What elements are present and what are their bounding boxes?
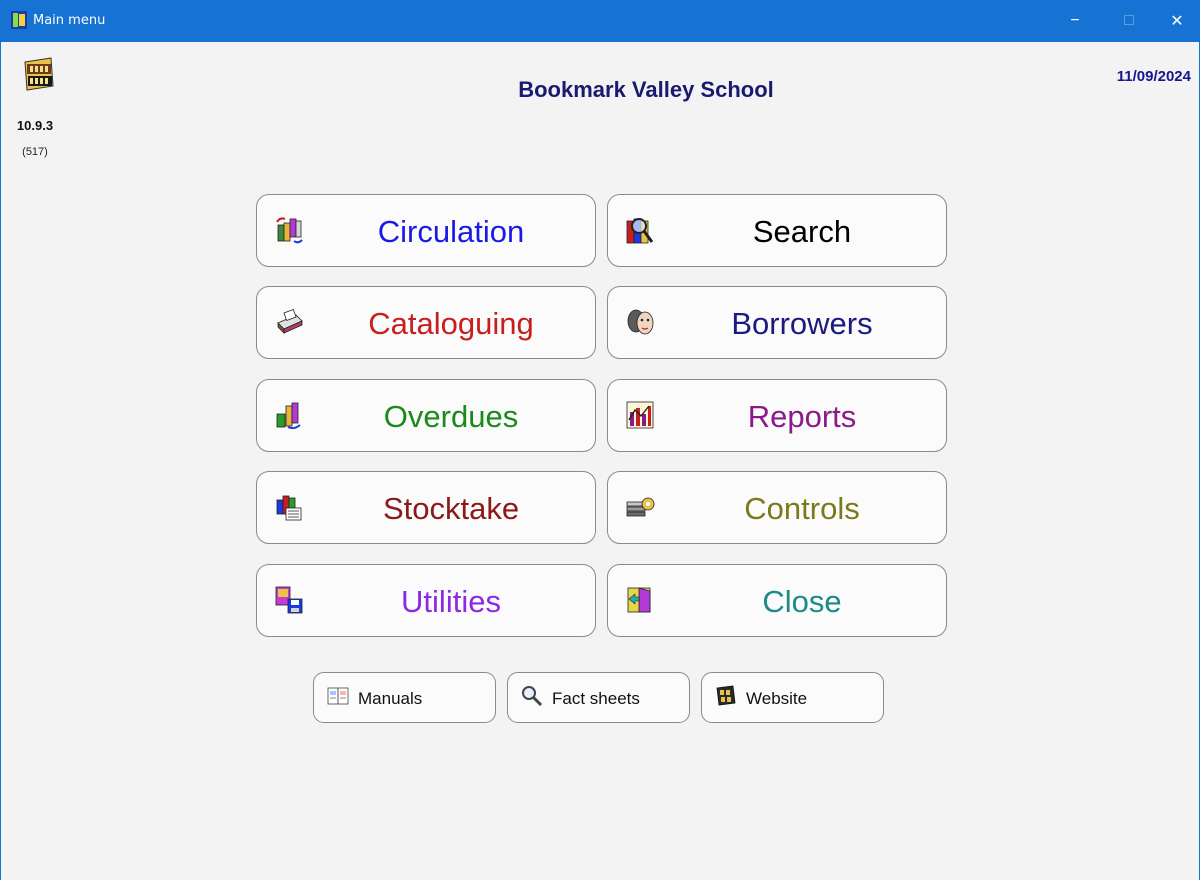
maximize-icon: □ — [1124, 12, 1134, 29]
manuals-label: Manuals — [358, 689, 423, 708]
website-button[interactable]: Website — [701, 672, 884, 723]
controls-button[interactable]: Controls — [607, 471, 947, 544]
search-label: Search — [752, 214, 852, 249]
exit-door-icon — [627, 587, 651, 613]
build-number: (517) — [22, 146, 48, 158]
stocktake-button[interactable]: Stocktake — [256, 471, 596, 544]
app-icon — [11, 11, 27, 29]
books-stack-icon — [276, 495, 302, 521]
utilities-label: Utilities — [401, 584, 501, 619]
website-label: Website — [746, 689, 808, 708]
manuals-button[interactable]: Manuals — [313, 672, 496, 723]
main-menu-window: 10.9.3 (517) Bookmark Valley School 11/0… — [0, 42, 1200, 880]
bookmark-logo — [24, 57, 54, 91]
bar-chart-icon — [626, 401, 654, 429]
title-bar: Main menu − □ ✕ — [0, 0, 1200, 42]
people-faces-icon — [627, 309, 654, 335]
reports-button[interactable]: Reports — [607, 379, 947, 452]
circulation-button[interactable]: Circulation — [256, 194, 596, 267]
maximize-button: □ — [1104, 0, 1154, 42]
school-name: Bookmark Valley School — [518, 77, 774, 102]
stocktake-label: Stocktake — [382, 491, 520, 526]
window-title: Main menu — [33, 13, 106, 28]
magnifier-books-icon — [626, 218, 654, 244]
borrowers-label: Borrowers — [731, 306, 873, 341]
search-button[interactable]: Search — [607, 194, 947, 267]
card-catalogue-icon — [277, 309, 303, 334]
controls-label: Controls — [744, 491, 860, 526]
close-icon: ✕ — [1170, 13, 1184, 30]
web-logo-icon — [716, 685, 736, 706]
borrowers-button[interactable]: Borrowers — [607, 286, 947, 359]
overdues-label: Overdues — [383, 399, 519, 434]
cataloguing-label: Cataloguing — [368, 306, 534, 341]
books-circulation-icon — [276, 217, 303, 244]
manual-icon — [327, 687, 349, 705]
overdues-button[interactable]: Overdues — [256, 379, 596, 452]
close-window-button[interactable]: ✕ — [1152, 0, 1200, 42]
minimize-button[interactable]: − — [1050, 0, 1100, 42]
circulation-label: Circulation — [377, 214, 525, 249]
fact-sheets-button[interactable]: Fact sheets — [507, 672, 690, 723]
magnifying-glass-icon — [522, 686, 543, 707]
books-overdue-icon — [276, 402, 301, 430]
floppy-disk-icon — [275, 586, 303, 614]
key-icon — [626, 497, 655, 517]
version-number: 10.9.3 — [16, 118, 54, 133]
close-label: Close — [762, 584, 842, 619]
minimize-icon: − — [1070, 12, 1080, 29]
utilities-button[interactable]: Utilities — [256, 564, 596, 637]
close-button[interactable]: Close — [607, 564, 947, 637]
cataloguing-button[interactable]: Cataloguing — [256, 286, 596, 359]
current-date: 11/09/2024 — [1116, 68, 1191, 85]
reports-label: Reports — [747, 399, 857, 434]
fact-sheets-label: Fact sheets — [552, 689, 640, 708]
